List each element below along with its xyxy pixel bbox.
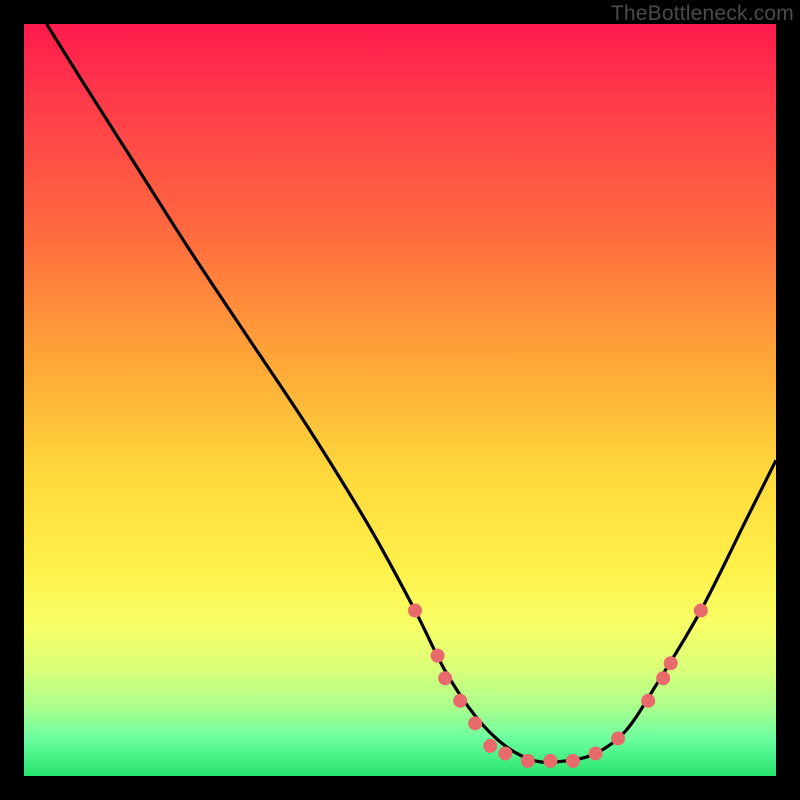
curve-marker — [408, 604, 422, 618]
bottleneck-curve — [47, 24, 776, 762]
chart-svg — [24, 24, 776, 776]
watermark-text: TheBottleneck.com — [611, 2, 794, 26]
curve-marker — [521, 754, 535, 768]
curve-marker — [543, 754, 557, 768]
curve-marker — [453, 694, 467, 708]
curve-marker — [566, 754, 580, 768]
curve-marker — [431, 649, 445, 663]
curve-marker — [656, 671, 670, 685]
chart-frame — [24, 24, 776, 776]
curve-marker — [438, 671, 452, 685]
curve-marker — [664, 656, 678, 670]
curve-marker — [498, 746, 512, 760]
curve-marker — [694, 604, 708, 618]
curve-marker — [611, 731, 625, 745]
curve-marker — [483, 739, 497, 753]
curve-marker — [468, 716, 482, 730]
curve-marker — [641, 694, 655, 708]
curve-marker — [589, 746, 603, 760]
